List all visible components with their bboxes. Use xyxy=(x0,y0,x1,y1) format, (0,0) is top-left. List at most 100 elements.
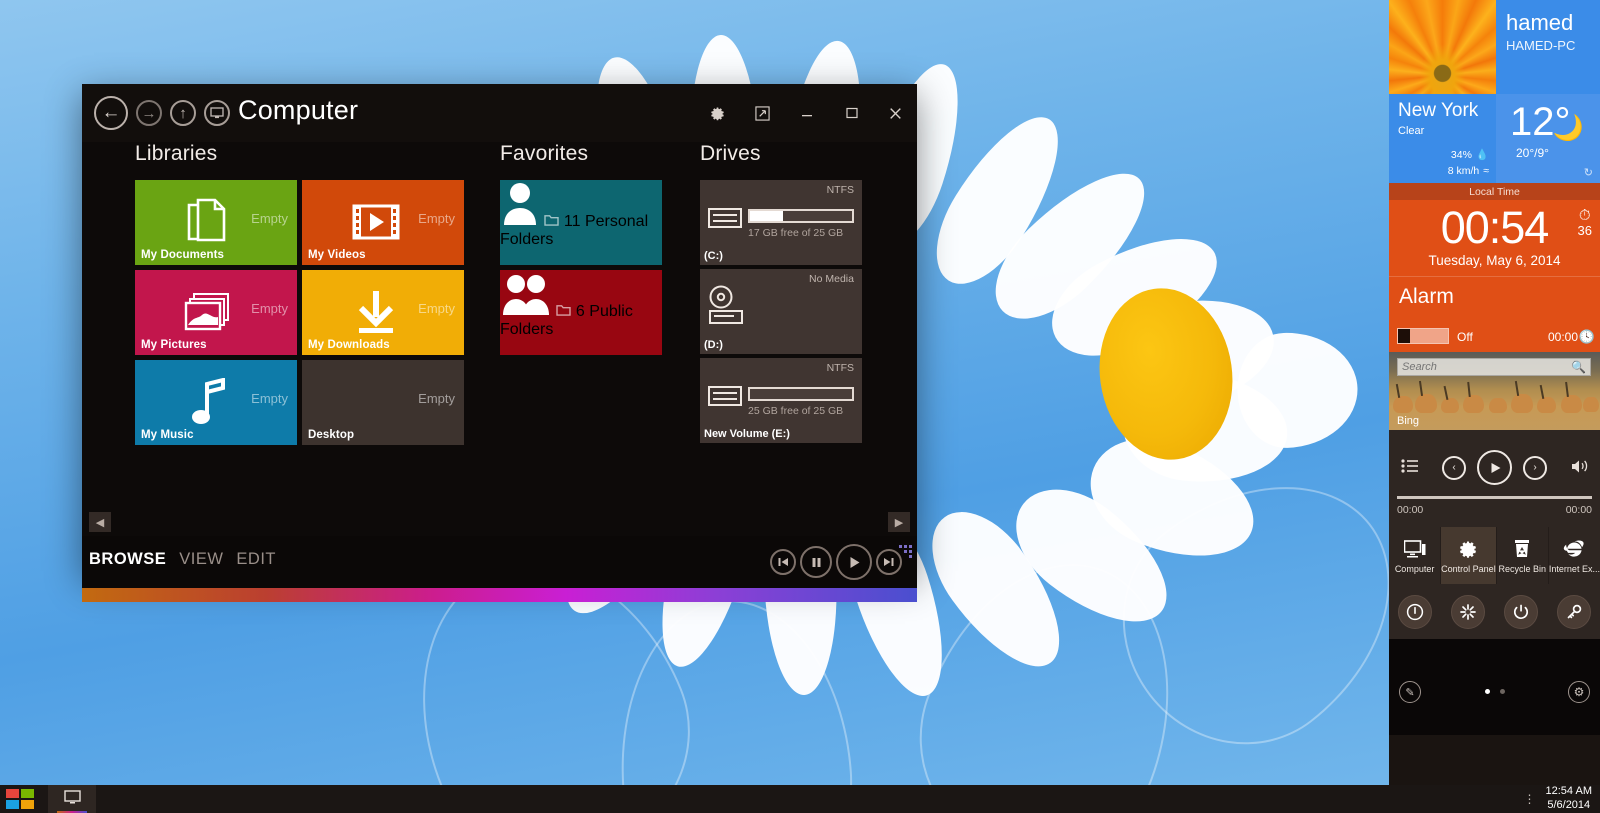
clock-widget[interactable]: 00:54 ⏱ 36 Tuesday, May 6, 2014 xyxy=(1389,200,1600,276)
shortcut-recycle-bin[interactable]: Recycle Bin xyxy=(1497,527,1549,584)
tile-my-videos[interactable]: Empty My Videos xyxy=(302,180,464,265)
maximize-button[interactable] xyxy=(839,100,865,126)
computer-location-button[interactable] xyxy=(204,100,230,126)
pause-icon xyxy=(810,556,823,569)
refresh-icon[interactable]: ↻ xyxy=(1584,166,1593,179)
shortcut-computer[interactable]: Computer xyxy=(1389,527,1441,584)
restart-button[interactable] xyxy=(1451,595,1485,629)
up-button[interactable]: ↑ xyxy=(170,100,196,126)
search-input[interactable] xyxy=(1402,361,1571,373)
tile-personal-folders[interactable]: 11 Personal Folders xyxy=(500,180,662,265)
tile-status: Empty xyxy=(418,301,455,316)
shortcut-internet-explorer[interactable]: Internet Ex... xyxy=(1549,527,1600,584)
taskbar-item-computer[interactable] xyxy=(48,785,96,813)
oryx xyxy=(1511,394,1533,413)
desktop-sidebar[interactable]: hamed HAMED-PC New York Clear 34% 💧 8 km… xyxy=(1389,0,1600,785)
monitor-icon xyxy=(64,790,81,808)
shutdown-button[interactable] xyxy=(1504,595,1538,629)
gear-icon[interactable]: ⚙ xyxy=(1568,681,1590,703)
expand-icon xyxy=(755,106,770,121)
mode-edit[interactable]: EDIT xyxy=(236,550,276,569)
back-button[interactable]: ← xyxy=(94,96,128,130)
stopwatch-icon: ⏱ xyxy=(1578,208,1592,223)
alarm-toggle[interactable] xyxy=(1397,328,1449,344)
window-titlebar[interactable]: ← → ↑ Computer xyxy=(82,84,917,142)
tile-public-folders[interactable]: 6 Public Folders xyxy=(500,270,662,355)
pause-button[interactable] xyxy=(800,546,832,578)
bing-brand-label: Bing xyxy=(1397,415,1419,427)
lock-button[interactable] xyxy=(1557,595,1591,629)
next-chevron-icon: › xyxy=(1533,462,1536,473)
user-tile[interactable]: hamed HAMED-PC xyxy=(1389,0,1600,94)
folder-count: 11 xyxy=(544,213,585,230)
tile-status: Empty xyxy=(251,211,288,226)
drive-c[interactable]: NTFS 17 GB free of 25 GB (C:) xyxy=(700,180,862,265)
tile-my-documents[interactable]: Empty My Documents xyxy=(135,180,297,265)
forward-button[interactable]: → xyxy=(136,100,162,126)
volume-icon[interactable] xyxy=(1571,459,1588,478)
drives-heading: Drives xyxy=(700,142,862,166)
tile-my-downloads[interactable]: Empty My Downloads xyxy=(302,270,464,355)
resize-grip[interactable] xyxy=(899,545,913,557)
alarm-widget[interactable]: Alarm Off 00:00 🕓 xyxy=(1389,276,1600,352)
oryx-horn xyxy=(1444,386,1448,400)
mode-view[interactable]: VIEW xyxy=(179,550,223,569)
clock-seconds: 36 xyxy=(1578,223,1592,238)
search-box[interactable]: 🔍 xyxy=(1397,358,1591,376)
alarm-time: 00:00 xyxy=(1548,330,1578,344)
shortcut-tiles[interactable]: Computer Control Panel Recycle Bin xyxy=(1389,527,1600,584)
trash-icon xyxy=(1513,537,1531,561)
minimize-button[interactable] xyxy=(794,100,820,126)
player-seek-bar[interactable] xyxy=(1397,496,1592,499)
favorites-column: Favorites 11 Personal Folders xyxy=(500,142,662,360)
bing-search-widget[interactable]: 🔍 Bing xyxy=(1389,352,1600,430)
ie-icon xyxy=(1562,537,1586,561)
play-icon xyxy=(1488,461,1502,475)
scroll-right-button[interactable]: ▶ xyxy=(888,512,910,532)
tile-my-music[interactable]: Empty My Music xyxy=(135,360,297,445)
expand-button[interactable] xyxy=(749,100,775,126)
player-play-button[interactable] xyxy=(1477,450,1512,485)
folder-icon xyxy=(544,213,559,226)
start-button[interactable] xyxy=(6,789,36,810)
player-transport-controls[interactable]: ‹ › xyxy=(1389,450,1600,485)
drive-label: (C:) xyxy=(704,250,723,262)
page-dot-1[interactable] xyxy=(1485,689,1490,694)
play-button[interactable] xyxy=(836,544,872,580)
tile-my-pictures[interactable]: Empty My Pictures xyxy=(135,270,297,355)
media-controls[interactable] xyxy=(770,544,902,580)
weather-temperature-panel: 12° 🌙 20°/9° ↻ xyxy=(1496,94,1600,183)
tile-desktop[interactable]: Empty Desktop xyxy=(302,360,464,445)
tray-clock[interactable]: 12:54 AM 5/6/2014 xyxy=(1546,785,1592,813)
sleep-button[interactable] xyxy=(1398,595,1432,629)
mode-browse[interactable]: BROWSE xyxy=(89,550,166,569)
clock-header: Local Time xyxy=(1389,183,1600,200)
close-button[interactable] xyxy=(882,100,908,126)
media-player-widget[interactable]: ‹ › 00:00 00:00 xyxy=(1389,430,1600,527)
avatar[interactable] xyxy=(1389,0,1496,94)
power-controls[interactable] xyxy=(1389,584,1600,639)
file-manager-window[interactable]: ← → ↑ Computer xyxy=(82,84,917,573)
sidebar-footer[interactable]: ✎ ⚙ xyxy=(1389,639,1600,735)
weather-widget[interactable]: New York Clear 34% 💧 8 km/h ≈ 12° 🌙 20°/… xyxy=(1389,94,1600,183)
settings-button[interactable] xyxy=(704,100,730,126)
tray-overflow-button[interactable]: ⋮ xyxy=(1524,793,1536,805)
mode-switcher[interactable]: BROWSE VIEW EDIT xyxy=(89,550,276,569)
drive-filesystem: NTFS xyxy=(827,184,854,196)
previous-track-button[interactable] xyxy=(770,549,796,575)
system-tray[interactable]: ⋮ 12:54 AM 5/6/2014 xyxy=(1524,785,1592,813)
player-next-button[interactable]: › xyxy=(1523,456,1547,480)
player-previous-button[interactable]: ‹ xyxy=(1442,456,1466,480)
crescent-moon-icon: 🌙 xyxy=(1553,114,1584,143)
horizontal-scroll-strip[interactable]: ◀ ▶ xyxy=(82,510,917,536)
oryx xyxy=(1561,395,1582,413)
taskbar[interactable]: ⋮ 12:54 AM 5/6/2014 xyxy=(0,785,1600,813)
page-dot-2[interactable] xyxy=(1500,689,1505,694)
scroll-left-button[interactable]: ◀ xyxy=(89,512,111,532)
drive-d[interactable]: No Media (D:) xyxy=(700,269,862,354)
tile-label: My Documents xyxy=(141,249,224,261)
shortcut-control-panel[interactable]: Control Panel xyxy=(1441,527,1497,584)
search-icon[interactable]: 🔍 xyxy=(1571,360,1586,374)
drive-e[interactable]: NTFS 25 GB free of 25 GB New Volume (E:) xyxy=(700,358,862,443)
oryx-horn xyxy=(1419,381,1423,396)
